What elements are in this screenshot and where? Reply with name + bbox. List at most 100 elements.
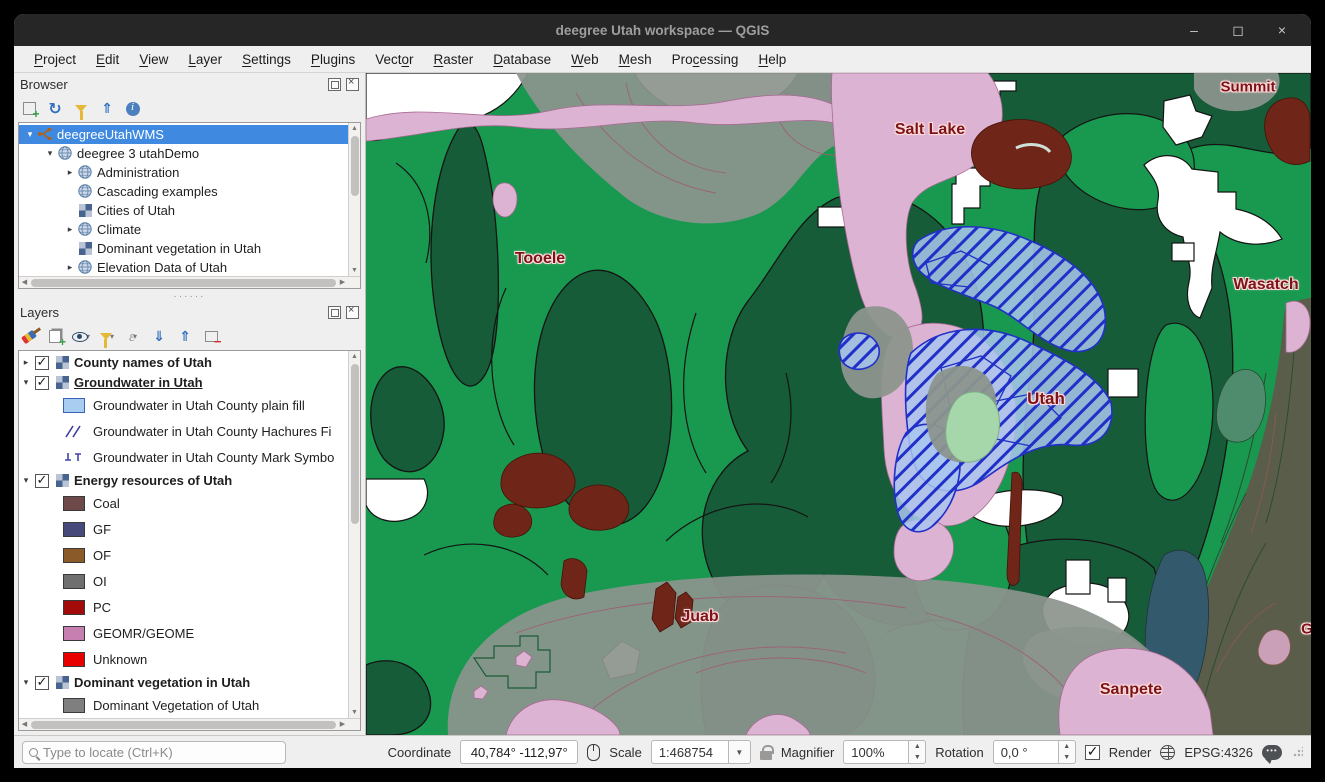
scroll-right-icon[interactable]: ▶: [337, 277, 348, 288]
layers-hscrollbar[interactable]: ◀ ▶: [19, 718, 360, 730]
browser-item-climate[interactable]: ▸Climate: [19, 220, 348, 239]
layer-visibility-checkbox[interactable]: [35, 474, 49, 488]
browser-item-elevation-data-of-utah[interactable]: ▸Elevation Data of Utah: [19, 258, 348, 276]
close-button[interactable]: ×: [1273, 22, 1291, 38]
chevron-down-icon[interactable]: ▼: [729, 740, 751, 764]
menu-plugins[interactable]: Plugins: [301, 49, 365, 70]
close-panel-icon[interactable]: [346, 306, 359, 319]
browser-item-deegree-3-utahdemo[interactable]: ▾deegree 3 utahDemo: [19, 144, 348, 163]
lock-scale-icon[interactable]: [760, 751, 772, 760]
spin-down-icon[interactable]: ▼: [1059, 752, 1075, 763]
crs-indicator[interactable]: EPSG:4326: [1184, 745, 1253, 760]
legend-item-pc[interactable]: PC: [19, 595, 348, 621]
render-checkbox[interactable]: [1085, 745, 1100, 760]
spin-up-icon[interactable]: ▲: [1059, 741, 1075, 752]
menu-view[interactable]: View: [129, 49, 178, 70]
expander-icon[interactable]: ▾: [43, 148, 57, 159]
menu-mesh[interactable]: Mesh: [609, 49, 662, 70]
style-manager-icon[interactable]: [18, 326, 40, 348]
collapse-all-icon[interactable]: [174, 326, 196, 348]
browser-item-dominant-vegetation-in-utah[interactable]: Dominant vegetation in Utah: [19, 239, 348, 258]
scroll-left-icon[interactable]: ◀: [19, 719, 30, 730]
browser-vscrollbar[interactable]: ▲ ▼: [348, 123, 360, 276]
layer-county-names-of-utah[interactable]: ▸County names of Utah: [19, 353, 348, 373]
legend-item-groundwater-in-utah-county-hachures-fi[interactable]: Groundwater in Utah County Hachures Fi: [19, 419, 348, 445]
legend-item-geomr-geome[interactable]: GEOMR/GEOME: [19, 621, 348, 647]
menu-edit[interactable]: Edit: [86, 49, 129, 70]
layer-energy-resources-of-utah[interactable]: ▾Energy resources of Utah: [19, 471, 348, 491]
messages-icon[interactable]: [1262, 745, 1282, 760]
spin-up-icon[interactable]: ▲: [909, 741, 925, 752]
menu-help[interactable]: Help: [748, 49, 796, 70]
scale-combobox[interactable]: 1:468754 ▼: [651, 740, 751, 764]
browser-item-administration[interactable]: ▸Administration: [19, 163, 348, 182]
properties-icon[interactable]: [122, 98, 144, 120]
legend-item-oi[interactable]: OI: [19, 569, 348, 595]
menu-layer[interactable]: Layer: [178, 49, 232, 70]
filter-expression-icon[interactable]: ▾: [122, 326, 144, 348]
legend-item-of[interactable]: OF: [19, 543, 348, 569]
collapse-tree-icon[interactable]: [96, 98, 118, 120]
legend-item-coal[interactable]: Coal: [19, 491, 348, 517]
browser-item-cities-of-utah[interactable]: Cities of Utah: [19, 201, 348, 220]
expander-icon[interactable]: ▾: [19, 377, 33, 388]
expander-icon[interactable]: ▸: [19, 357, 33, 368]
magnifier-spinbox[interactable]: 100% ▲▼: [843, 740, 926, 764]
expander-icon[interactable]: ▾: [19, 475, 33, 486]
layer-dominant-vegetation-in-utah[interactable]: ▾Dominant vegetation in Utah: [19, 673, 348, 693]
menu-database[interactable]: Database: [483, 49, 561, 70]
expander-icon[interactable]: ▾: [19, 677, 33, 688]
float-panel-icon[interactable]: [328, 78, 341, 91]
scroll-up-icon[interactable]: ▲: [349, 351, 360, 362]
scroll-down-icon[interactable]: ▼: [349, 707, 360, 718]
remove-layer-icon[interactable]: [200, 326, 222, 348]
expander-icon[interactable]: ▸: [63, 224, 77, 235]
minimize-button[interactable]: –: [1185, 22, 1203, 38]
visibility-icon[interactable]: ▾: [70, 326, 92, 348]
legend-item-groundwater-in-utah-county-plain-fill[interactable]: Groundwater in Utah County plain fill: [19, 393, 348, 419]
globe-icon: [77, 165, 93, 179]
spin-down-icon[interactable]: ▼: [909, 752, 925, 763]
menu-raster[interactable]: Raster: [424, 49, 484, 70]
layer-visibility-checkbox[interactable]: [35, 356, 49, 370]
rotation-spinbox[interactable]: 0,0 ° ▲▼: [993, 740, 1076, 764]
map-canvas[interactable]: SummitSalt LakeTooeleWasatchUtahJuabSanp…: [366, 73, 1311, 735]
expand-all-icon[interactable]: [148, 326, 170, 348]
layer-visibility-checkbox[interactable]: [35, 376, 49, 390]
float-panel-icon[interactable]: [328, 306, 341, 319]
layer-visibility-checkbox[interactable]: [35, 676, 49, 690]
filter-legend-icon[interactable]: ▾: [96, 326, 118, 348]
legend-item-dominant-vegetation-of-utah[interactable]: Dominant Vegetation of Utah: [19, 693, 348, 718]
legend-item-unknown[interactable]: Unknown: [19, 647, 348, 673]
layer-groundwater-in-utah[interactable]: ▾Groundwater in Utah: [19, 373, 348, 393]
menu-settings[interactable]: Settings: [232, 49, 301, 70]
maximize-button[interactable]: ◻: [1229, 22, 1247, 39]
browser-hscrollbar[interactable]: ◀ ▶: [19, 276, 360, 288]
resize-grip[interactable]: [1293, 747, 1303, 757]
expander-icon[interactable]: ▾: [23, 129, 37, 140]
close-panel-icon[interactable]: [346, 78, 359, 91]
legend-item-gf[interactable]: GF: [19, 517, 348, 543]
menu-vector[interactable]: Vector: [365, 49, 423, 70]
add-layer-icon[interactable]: [18, 98, 40, 120]
layers-vscrollbar[interactable]: ▲ ▼: [348, 351, 360, 718]
scroll-up-icon[interactable]: ▲: [349, 123, 360, 134]
search-input[interactable]: Type to locate (Ctrl+K): [22, 741, 286, 764]
filter-browser-icon[interactable]: [70, 98, 92, 120]
scroll-left-icon[interactable]: ◀: [19, 277, 30, 288]
browser-item-cascading-examples[interactable]: Cascading examples: [19, 182, 348, 201]
scroll-right-icon[interactable]: ▶: [337, 719, 348, 730]
legend-item-groundwater-in-utah-county-mark-symbo[interactable]: Groundwater in Utah County Mark Symbo: [19, 445, 348, 471]
menu-project[interactable]: Project: [24, 49, 86, 70]
menu-web[interactable]: Web: [561, 49, 609, 70]
coordinate-input[interactable]: 40,784° -112,97°: [460, 740, 578, 764]
extents-toggle-icon[interactable]: [587, 744, 600, 761]
refresh-icon[interactable]: [44, 98, 66, 120]
scroll-down-icon[interactable]: ▼: [349, 265, 360, 276]
expander-icon[interactable]: ▸: [63, 167, 77, 178]
expander-icon[interactable]: ▸: [63, 262, 77, 273]
add-group-icon[interactable]: [44, 326, 66, 348]
browser-item-deegreeutahwms[interactable]: ▾deegreeUtahWMS: [19, 125, 348, 144]
panel-splitter[interactable]: ······: [14, 293, 365, 301]
menu-processing[interactable]: Processing: [662, 49, 749, 70]
